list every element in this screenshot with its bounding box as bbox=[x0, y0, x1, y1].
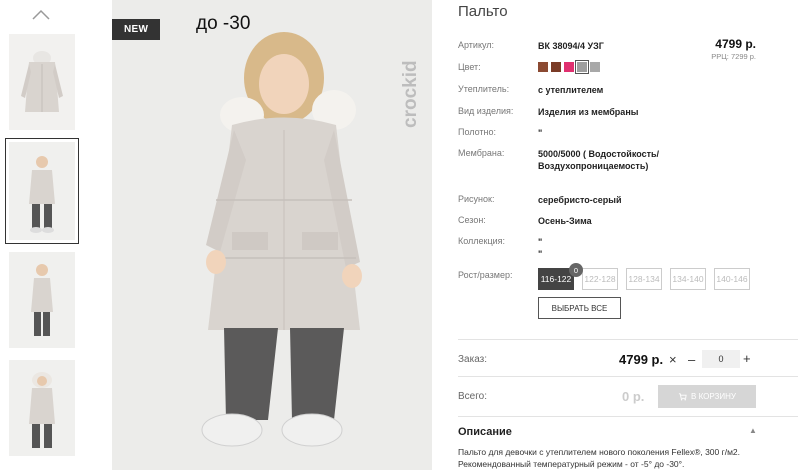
total-price: 0 р. bbox=[622, 389, 645, 404]
attribute-value: Осень-Зима bbox=[538, 216, 592, 226]
thumbnail-coat[interactable] bbox=[9, 34, 75, 130]
attribute-key: Цвет: bbox=[458, 62, 481, 72]
size-count-badge: 0 bbox=[569, 263, 583, 277]
size-option[interactable]: 128-134 bbox=[626, 268, 662, 290]
product-title: Пальто bbox=[458, 3, 508, 20]
choose-all-button[interactable]: ВЫБРАТЬ ВСЕ bbox=[538, 297, 621, 319]
attribute-value: " bbox=[538, 128, 543, 138]
divider bbox=[458, 416, 798, 417]
order-label: Заказ: bbox=[458, 354, 488, 365]
product-price: 4799 р. bbox=[715, 37, 756, 51]
cart-icon bbox=[678, 393, 687, 401]
brand-logo: crockid bbox=[400, 60, 421, 128]
description-text: Пальто для девочки с утеплителем нового … bbox=[458, 447, 741, 469]
chevron-up-icon[interactable] bbox=[30, 8, 52, 22]
attribute-value: ВК 38094/4 УЗГ bbox=[538, 41, 604, 51]
svg-text:crockid: crockid bbox=[400, 60, 421, 128]
order-price: 4799 р. bbox=[619, 352, 664, 367]
attribute-value: " " bbox=[538, 237, 543, 259]
size-label: Рост/размер: bbox=[458, 270, 513, 280]
attribute-value: Изделия из мембраны bbox=[538, 107, 639, 117]
color-swatch-selected[interactable] bbox=[575, 60, 589, 74]
size-option[interactable]: 140-146 bbox=[714, 268, 750, 290]
add-to-cart-label: В КОРЗИНУ bbox=[691, 392, 736, 401]
attribute-key: Сезон: bbox=[458, 215, 486, 225]
attribute-key: Мембрана: bbox=[458, 148, 505, 158]
attribute-key: Артикул: bbox=[458, 40, 495, 50]
quantity-input[interactable] bbox=[702, 350, 740, 368]
color-swatches bbox=[538, 60, 600, 74]
color-swatch[interactable] bbox=[564, 62, 574, 72]
girl-in-coat-photo bbox=[112, 0, 432, 470]
attribute-key: Вид изделия: bbox=[458, 106, 514, 116]
total-label: Всего: bbox=[458, 391, 487, 402]
attribute-key: Рисунок: bbox=[458, 194, 495, 204]
color-swatch[interactable] bbox=[538, 62, 548, 72]
add-to-cart-button[interactable]: В КОРЗИНУ bbox=[658, 385, 756, 408]
new-badge: NEW bbox=[112, 19, 161, 40]
color-swatch[interactable] bbox=[551, 62, 561, 72]
attribute-key: Коллекция: bbox=[458, 236, 506, 246]
thumbnail-front[interactable] bbox=[5, 138, 79, 244]
color-swatch[interactable] bbox=[590, 62, 600, 72]
decrease-quantity-button[interactable]: – bbox=[688, 352, 695, 367]
attribute-value: серебристо-серый bbox=[538, 195, 622, 205]
description-title[interactable]: Описание bbox=[458, 426, 512, 438]
attribute-key: Полотно: bbox=[458, 127, 497, 137]
product-details: Пальто Артикул: ВК 38094/4 УЗГ 4799 р. Р… bbox=[458, 0, 798, 470]
remove-icon[interactable]: × bbox=[669, 352, 677, 367]
collapse-caret-icon[interactable]: ▲ bbox=[749, 426, 757, 435]
attribute-key: Утеплитель: bbox=[458, 84, 510, 94]
thumbnail-column bbox=[0, 0, 84, 470]
temperature-label: до -30 bbox=[196, 13, 251, 34]
attribute-value: 5000/5000 ( Водостойкость/ Воздухопрониц… bbox=[538, 149, 660, 171]
divider bbox=[458, 339, 798, 340]
size-option[interactable]: 122-128 bbox=[582, 268, 618, 290]
main-product-image[interactable]: NEW до -30 crockid bbox=[112, 0, 432, 470]
thumbnail-side[interactable] bbox=[9, 252, 75, 348]
thumbnail-hood[interactable] bbox=[9, 360, 75, 456]
divider bbox=[458, 376, 798, 377]
recommended-retail-price: РРЦ: 7299 р. bbox=[711, 52, 756, 61]
attribute-value: с утеплителем bbox=[538, 85, 604, 95]
size-option[interactable]: 134-140 bbox=[670, 268, 706, 290]
increase-quantity-button[interactable]: + bbox=[743, 351, 751, 366]
